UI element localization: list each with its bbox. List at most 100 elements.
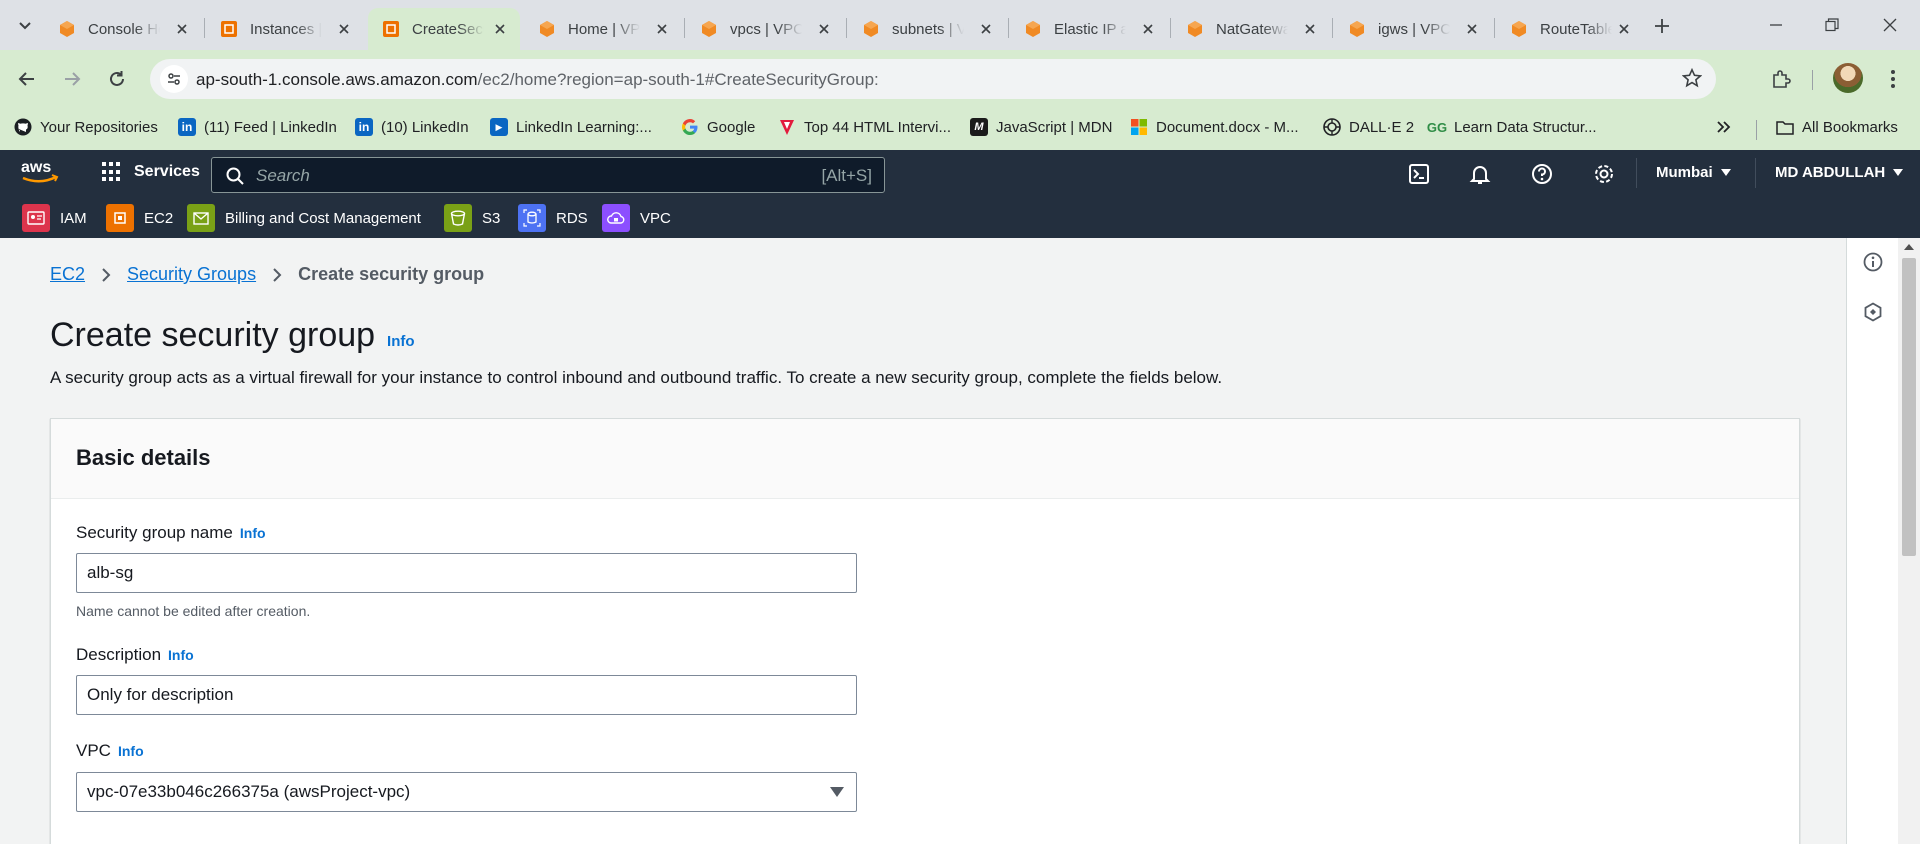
extensions-button[interactable] [1766, 64, 1796, 94]
browser-tab-instances[interactable]: Instances | EC2 [206, 8, 364, 50]
tab-close-icon[interactable] [1300, 19, 1320, 39]
address-bar[interactable]: ap-south-1.console.aws.amazon.com/ec2/ho… [150, 59, 1716, 99]
browser-tab-routetables[interactable]: RouteTables [1496, 8, 1644, 50]
help-button[interactable] [1528, 160, 1556, 188]
chevron-right-icon [101, 267, 111, 283]
notifications-button[interactable] [1466, 160, 1494, 188]
favorite-rds[interactable]: RDS [518, 204, 588, 232]
minimize-window-button[interactable] [1762, 12, 1790, 38]
s3-bucket-icon [444, 204, 472, 232]
region-label: Mumbai [1656, 164, 1713, 181]
google-icon [681, 118, 699, 136]
bookmark-label: JavaScript | MDN [996, 118, 1113, 136]
breadcrumb-ec2-link[interactable]: EC2 [50, 264, 85, 285]
tab-close-icon[interactable] [652, 19, 672, 39]
tab-close-icon[interactable] [976, 19, 996, 39]
site-info-button[interactable] [160, 65, 188, 93]
browser-tab-igws[interactable]: igws | VPC [1334, 8, 1492, 50]
browser-tab-vpcs[interactable]: vpcs | VPC [686, 8, 844, 50]
aws-search-input[interactable]: Search [Alt+S] [211, 157, 885, 193]
browser-menu-button[interactable] [1878, 64, 1908, 94]
account-name: MD ABDULLAH [1775, 164, 1886, 181]
bookmark-linkedin-feed[interactable]: in (11) Feed | LinkedIn [178, 118, 337, 136]
bookmark-your-repositories[interactable]: Your Repositories [14, 118, 158, 136]
favorite-iam[interactable]: IAM [22, 204, 87, 232]
favorite-billing[interactable]: Billing and Cost Management [187, 204, 421, 232]
tab-close-icon[interactable] [814, 19, 834, 39]
page-scrollbar[interactable] [1898, 238, 1920, 844]
plus-icon [1655, 19, 1669, 33]
close-window-button[interactable] [1876, 12, 1904, 38]
reload-button[interactable] [102, 64, 132, 94]
bookmark-mdn[interactable]: M JavaScript | MDN [970, 118, 1112, 136]
tab-close-icon[interactable] [334, 19, 354, 39]
bookmark-document[interactable]: Document.docx - M... [1130, 118, 1299, 136]
description-info-link[interactable]: Info [168, 647, 194, 663]
scroll-up-arrow-icon[interactable] [1904, 244, 1914, 250]
account-menu[interactable]: MD ABDULLAH [1775, 164, 1904, 181]
bookmark-star-button[interactable] [1681, 67, 1703, 93]
related-resources-button[interactable] [1861, 300, 1885, 324]
browser-tab-home-vpc[interactable]: Home | VPC [524, 8, 682, 50]
star-icon [1681, 67, 1703, 88]
cloudshell-button[interactable] [1405, 160, 1433, 188]
breadcrumb-security-groups-link[interactable]: Security Groups [127, 264, 256, 285]
tab-close-icon[interactable] [490, 19, 510, 39]
back-button[interactable] [12, 64, 42, 94]
favorite-label: S3 [482, 209, 501, 227]
linkedin-icon: in [355, 118, 373, 136]
bookmark-linkedin[interactable]: in (10) LinkedIn [355, 118, 469, 136]
tab-close-icon[interactable] [1462, 19, 1482, 39]
bookmark-google[interactable]: Google [681, 118, 755, 136]
settings-button[interactable] [1590, 160, 1618, 188]
vpc-info-link[interactable]: Info [118, 743, 144, 759]
field-label-text: VPC [76, 741, 111, 760]
bookmark-dalle[interactable]: DALL·E 2 [1323, 118, 1414, 136]
favorite-s3[interactable]: S3 [444, 204, 500, 232]
bookmark-html-interview[interactable]: Top 44 HTML Intervi... [778, 118, 951, 136]
info-circle-icon [1863, 252, 1883, 272]
tab-close-icon[interactable] [172, 19, 192, 39]
tab-title: Elastic IP addresses [1054, 20, 1126, 38]
help-icon [1532, 164, 1552, 184]
aws-logo-icon: aws [21, 159, 59, 183]
browser-tab-natgateways[interactable]: NatGateways [1172, 8, 1330, 50]
info-panel-button[interactable] [1861, 250, 1885, 274]
profile-avatar[interactable] [1833, 63, 1863, 93]
services-menu-button[interactable]: Services [102, 162, 200, 182]
openai-icon [1323, 118, 1341, 136]
region-selector[interactable]: Mumbai [1656, 164, 1731, 181]
bookmark-label: LinkedIn Learning:... [516, 118, 652, 136]
all-bookmarks-button[interactable]: All Bookmarks [1776, 118, 1898, 136]
restore-window-button[interactable] [1818, 12, 1846, 38]
new-tab-button[interactable] [1648, 12, 1676, 40]
favorite-vpc[interactable]: VPC [602, 204, 671, 232]
reload-icon [110, 71, 124, 86]
vpc-select[interactable]: vpc-07e33b046c266375a (awsProject-vpc) [76, 772, 857, 812]
name-info-link[interactable]: Info [240, 525, 266, 541]
favorite-label: RDS [556, 209, 588, 227]
aws-top-navigation: aws Services Search [Alt+S] Mumbai MD AB… [0, 150, 1920, 196]
main-content: EC2 Security Groups Create security grou… [0, 238, 1846, 844]
kebab-menu-icon [1891, 70, 1895, 88]
forward-button[interactable] [57, 64, 87, 94]
bookmark-learn-dsa[interactable]: GG Learn Data Structur... [1427, 118, 1597, 136]
aws-logo[interactable]: aws [20, 158, 64, 186]
browser-tab-create-security-group[interactable]: CreateSecurityGroup [368, 8, 520, 50]
bookmark-linkedin-learning[interactable]: ▶ LinkedIn Learning:... [490, 118, 652, 136]
browser-tab-console-home[interactable]: Console Home [44, 8, 202, 50]
favorite-ec2[interactable]: EC2 [106, 204, 173, 232]
page-info-link[interactable]: Info [387, 333, 415, 350]
browser-tab-subnets[interactable]: subnets | VPC [848, 8, 1006, 50]
name-constraint-hint: Name cannot be edited after creation. [76, 603, 311, 619]
description-input[interactable]: Only for description [76, 675, 857, 715]
scroll-thumb[interactable] [1902, 258, 1916, 556]
security-group-name-input[interactable]: alb-sg [76, 553, 857, 593]
bookmarks-overflow-button[interactable] [1716, 120, 1732, 134]
tab-search-button[interactable] [10, 10, 40, 40]
field-label-text: Description [76, 645, 162, 664]
caret-down-icon [1893, 169, 1904, 176]
tab-close-icon[interactable] [1614, 19, 1634, 39]
browser-tab-elastic-ip[interactable]: Elastic IP addresses [1010, 8, 1168, 50]
tab-close-icon[interactable] [1138, 19, 1158, 39]
